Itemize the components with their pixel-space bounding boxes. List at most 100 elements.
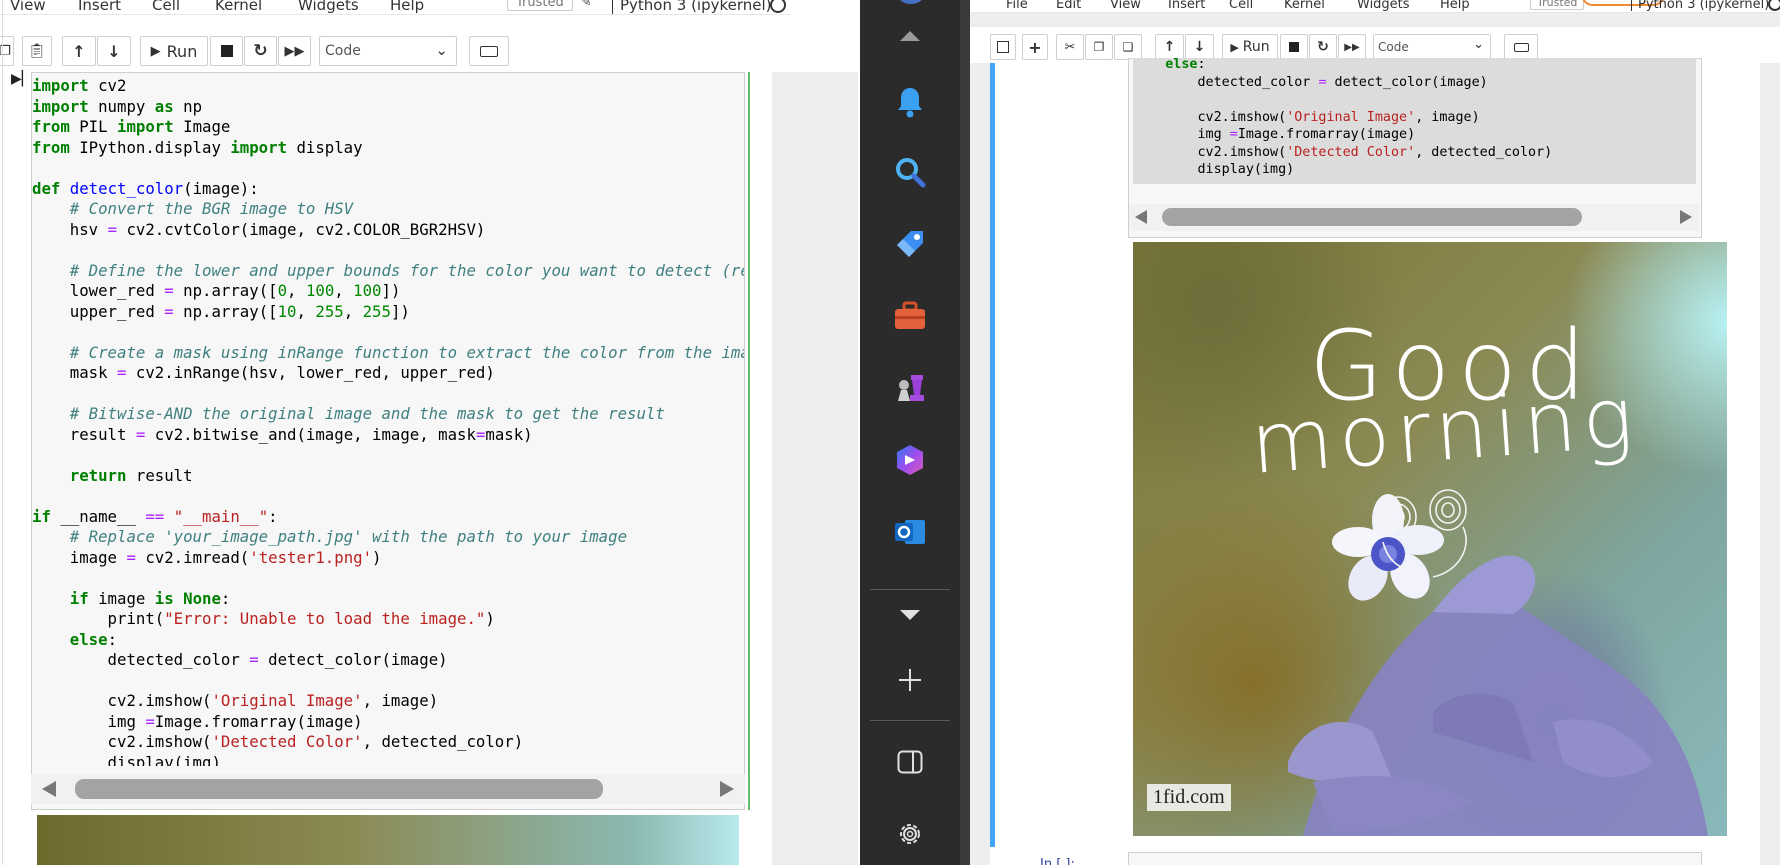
menu-kernel[interactable]: Kernel xyxy=(1284,0,1325,12)
command-palette-button[interactable] xyxy=(1504,34,1538,60)
stop-icon xyxy=(220,45,233,57)
code-editor[interactable]: import cv2 import numpy as np from PIL i… xyxy=(32,76,744,766)
chevron-down-icon[interactable] xyxy=(888,593,932,637)
cell-type-value: Code xyxy=(325,43,361,59)
chevron-down-icon: ⌄ xyxy=(435,41,448,59)
scroll-up-icon[interactable] xyxy=(888,14,932,58)
outlook-icon[interactable] xyxy=(888,510,932,554)
code-line: if image is None: xyxy=(69,588,231,608)
menu-widgets[interactable]: Widgets xyxy=(1357,0,1410,12)
scroll-left-icon[interactable] xyxy=(1135,210,1147,224)
cell-type-select[interactable]: Code ⌄ xyxy=(319,36,457,66)
menu-insert[interactable]: Insert xyxy=(78,0,121,14)
copy-icon: ❐ xyxy=(1093,40,1105,54)
chess-icon[interactable] xyxy=(888,366,932,410)
copy-button[interactable]: ❐ xyxy=(1085,34,1113,60)
run-all-button[interactable]: ▶▶ xyxy=(278,36,311,66)
code-line: # Convert the BGR image to HSV xyxy=(69,199,354,218)
restart-button[interactable]: ↻ xyxy=(244,36,277,66)
run-button[interactable]: ▶ Run xyxy=(140,36,208,66)
menu-kernel[interactable]: Kernel xyxy=(215,0,262,14)
menu-view[interactable]: View xyxy=(1110,0,1141,12)
code-hscrollbar[interactable] xyxy=(1129,204,1699,231)
code-line: img =Image.fromarray(image) xyxy=(1133,127,1416,142)
menu-cell[interactable]: Cell xyxy=(1229,0,1253,12)
collapse-icon[interactable]: ▶▏ xyxy=(11,71,33,87)
menu-cell[interactable]: Cell xyxy=(152,0,180,14)
code-line: # Define the lower and upper bounds for … xyxy=(69,260,744,280)
move-down-button[interactable]: ↓ xyxy=(97,36,131,66)
code-line: display(img) xyxy=(32,752,221,767)
kernel-divider xyxy=(612,0,613,14)
menu-insert[interactable]: Insert xyxy=(1168,0,1205,12)
gear-icon[interactable] xyxy=(888,812,932,856)
menu-help[interactable]: Help xyxy=(1440,0,1470,12)
save-button[interactable] xyxy=(990,34,1016,60)
edit-pencil-icon[interactable]: ✎ xyxy=(580,0,592,10)
plus-icon[interactable] xyxy=(888,658,932,702)
paste-button[interactable]: 📋︎ xyxy=(22,36,52,66)
move-up-button[interactable]: ↑ xyxy=(62,36,96,66)
menu-file[interactable]: File xyxy=(1006,0,1028,12)
add-cell-button[interactable]: + xyxy=(1022,34,1048,60)
scroll-right-icon[interactable] xyxy=(1680,210,1692,224)
restart-button[interactable]: ↻ xyxy=(1309,34,1337,60)
run-label: Run xyxy=(166,41,198,61)
command-palette-button[interactable] xyxy=(469,36,509,66)
profile-icon[interactable] xyxy=(896,0,926,4)
run-all-button[interactable]: ▶▶ xyxy=(1338,34,1366,60)
selected-cell-marker xyxy=(990,63,995,847)
code-line: def detect_color(image): xyxy=(32,178,259,198)
scroll-thumb[interactable] xyxy=(75,779,603,799)
stop-button[interactable] xyxy=(210,36,243,66)
kernel-name[interactable]: Python 3 (ipykernel) xyxy=(1638,0,1769,12)
left-edge xyxy=(2,0,3,865)
sidebar-separator-2 xyxy=(870,720,950,721)
code-hscrollbar[interactable] xyxy=(31,774,745,804)
scroll-left-icon[interactable] xyxy=(42,781,56,797)
paste-button[interactable]: ❏ xyxy=(1114,34,1142,60)
panel-toggle-icon[interactable] xyxy=(888,740,932,784)
search-icon[interactable] xyxy=(888,150,932,194)
fast-forward-icon: ▶▶ xyxy=(1344,41,1360,53)
left-notebook-window: View Insert Cell Kernel Widgets Help Tru… xyxy=(0,0,860,865)
menu-widgets[interactable]: Widgets xyxy=(298,0,359,14)
tag-icon[interactable] xyxy=(888,222,932,266)
keyboard-icon xyxy=(480,45,498,57)
menu-view[interactable]: View xyxy=(10,0,46,14)
arrow-up-icon: ↑ xyxy=(72,41,86,61)
bell-icon[interactable] xyxy=(888,80,932,124)
move-up-button[interactable]: ↑ xyxy=(1155,34,1184,60)
scissors-icon: ✂ xyxy=(1064,39,1076,55)
cut-button[interactable]: ✂ xyxy=(1056,34,1084,60)
kernel-status-icon xyxy=(770,0,786,13)
scroll-right-icon[interactable] xyxy=(720,781,734,797)
cell-type-value: Code xyxy=(1378,40,1409,54)
save-icon xyxy=(997,41,1009,53)
stop-button[interactable] xyxy=(1280,34,1308,60)
run-button[interactable]: ▶ Run xyxy=(1222,34,1278,60)
menu-edit[interactable]: Edit xyxy=(1056,0,1081,12)
keyboard-icon xyxy=(1513,42,1529,52)
code-line: upper_red = np.array([10, 255, 255]) xyxy=(32,301,410,321)
menu-help[interactable]: Help xyxy=(390,0,424,14)
code-line: else: xyxy=(69,629,118,649)
toolbox-icon[interactable] xyxy=(888,294,932,338)
trusted-badge[interactable]: Trusted xyxy=(1530,0,1585,10)
scroll-thumb[interactable] xyxy=(1162,208,1582,226)
kernel-name[interactable]: Python 3 (ipykernel) xyxy=(620,0,772,14)
code-editor[interactable]: else: detected_color = detect_color(imag… xyxy=(1133,58,1696,184)
next-cell-prompt: In [ ]: xyxy=(1040,857,1075,865)
code-line: image = cv2.imread('tester1.png') xyxy=(32,547,382,567)
code-line: from PIL import Image xyxy=(32,117,231,136)
window-border xyxy=(960,0,970,865)
code-line: lower_red = np.array([0, 100, 100]) xyxy=(32,281,401,300)
code-text: else: detected_color = detect_color(imag… xyxy=(1133,58,1552,179)
fast-forward-icon: ▶▶ xyxy=(284,43,305,59)
next-code-cell[interactable] xyxy=(1128,852,1702,865)
copilot-icon[interactable] xyxy=(888,438,932,482)
paste-icon: ❏ xyxy=(1122,40,1134,54)
move-down-button[interactable]: ↓ xyxy=(1185,34,1214,60)
cell-type-select[interactable]: Code ⌄ xyxy=(1373,34,1491,60)
trusted-badge[interactable]: Trusted xyxy=(507,0,573,11)
